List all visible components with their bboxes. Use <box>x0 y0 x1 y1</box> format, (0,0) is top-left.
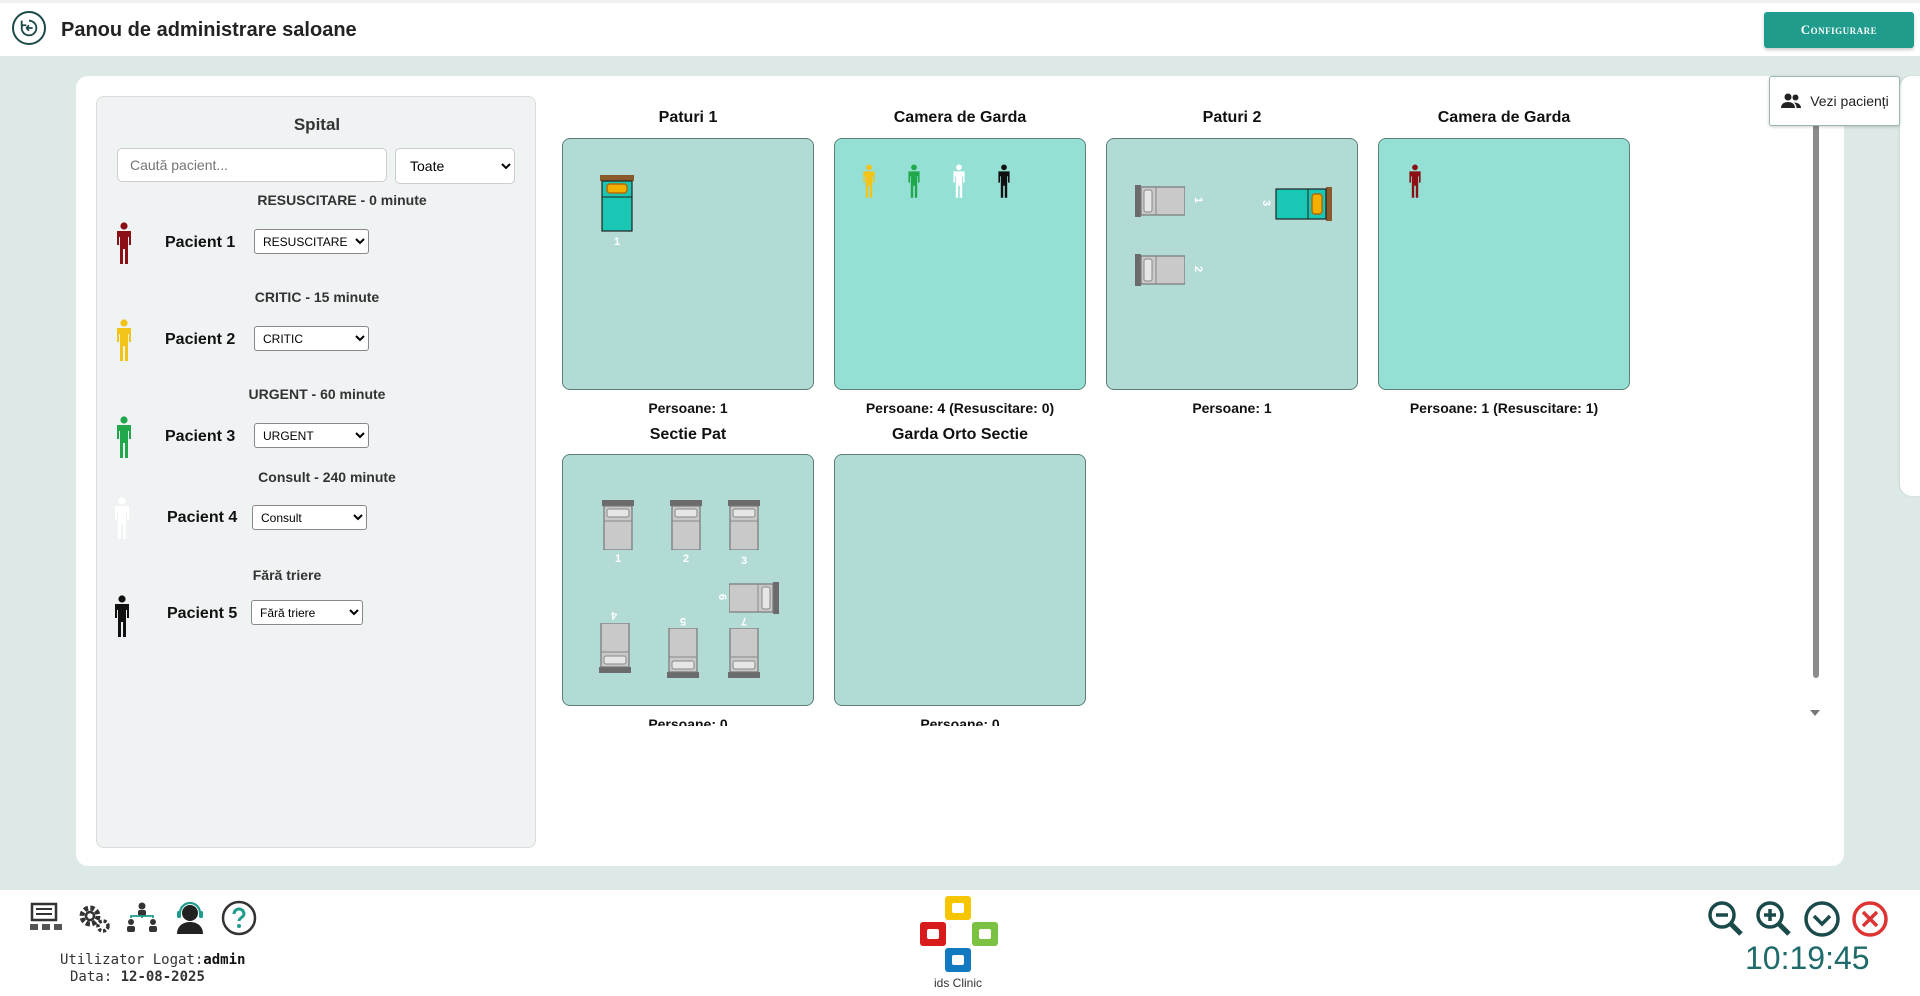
person-white-icon <box>115 497 129 539</box>
person-green-icon <box>117 416 131 458</box>
patient-name-2: Pacient 2 <box>165 331 236 348</box>
bed-number: 2 <box>683 553 690 565</box>
logo-text: ids Clinic <box>934 976 982 990</box>
triage-select-patient-4[interactable]: Consult <box>252 505 367 530</box>
room-title-camera-de-garda-2: Camera de Garda <box>1437 109 1571 126</box>
bed-empty-icon[interactable] <box>728 500 760 550</box>
room-count-camera-de-garda: Persoane: 4 (Resuscitare: 0) <box>865 400 1055 416</box>
bed-occupied-icon[interactable] <box>1274 187 1332 221</box>
room-paturi-2[interactable]: 1 2 3 <box>1106 138 1358 390</box>
room-title-paturi-2: Paturi 2 <box>1202 109 1262 126</box>
room-title-sectie-pat: Sectie Pat <box>649 426 727 443</box>
bed-empty-icon[interactable] <box>667 628 699 678</box>
room-count-sectie-pat: Persoane: 0 <box>648 716 728 726</box>
room-sectie-pat[interactable]: 1 2 3 4 5 6 7 <box>562 454 814 706</box>
triage-select-patient-1[interactable]: RESUSCITARE <box>254 229 369 254</box>
category-title-critic: CRITIC - 15 minute <box>254 289 380 305</box>
rooms-scrollbar-thumb[interactable] <box>1813 122 1819 678</box>
current-date: Data: 12-08-2025 <box>70 969 205 985</box>
clock: 10:19:45 <box>1745 940 1870 976</box>
configure-button[interactable]: Configurare <box>1764 12 1914 48</box>
support-agent-icon[interactable] <box>172 900 208 936</box>
back-icon[interactable] <box>12 11 46 45</box>
room-count-garda-orto-sectie: Persoane: 0 <box>920 716 1000 726</box>
person-white-icon[interactable] <box>951 163 967 199</box>
bed-empty-icon[interactable] <box>1135 185 1185 217</box>
patient-search-input[interactable] <box>117 148 387 182</box>
room-garda-orto-sectie[interactable] <box>834 454 1086 706</box>
bed-number: 1 <box>615 553 622 565</box>
view-patients-button[interactable]: Vezi pacienți <box>1769 76 1900 126</box>
category-title-resuscitare: RESUSCITARE - 0 minute <box>257 192 427 208</box>
bed-number: 1 <box>614 236 621 248</box>
category-title-consult: Consult - 240 minute <box>258 469 396 485</box>
monitor-list-icon[interactable] <box>28 900 64 936</box>
people-icon <box>1781 93 1802 108</box>
zoom-out-icon[interactable] <box>1707 900 1745 938</box>
patient-name-1: Pacient 1 <box>165 234 236 251</box>
bed-empty-icon[interactable] <box>602 500 634 550</box>
bed-number: 1 <box>1192 196 1205 204</box>
patient-name-4: Pacient 4 <box>167 509 238 526</box>
person-red-icon[interactable] <box>1407 163 1423 199</box>
view-patients-label: Vezi pacienți <box>1810 93 1889 109</box>
room-title-garda-orto-sectie: Garda Orto Sectie <box>891 426 1029 443</box>
triage-select-patient-5[interactable]: Fără triere <box>251 600 363 625</box>
bed-number: 3 <box>1260 199 1273 207</box>
gear-icon[interactable] <box>76 900 112 936</box>
person-yellow-icon[interactable] <box>861 163 877 199</box>
category-title-fara-triere: Fără triere <box>252 567 322 583</box>
person-green-icon[interactable] <box>906 163 922 199</box>
bed-number: 5 <box>680 615 687 627</box>
patient-name-5: Pacient 5 <box>167 605 238 622</box>
bed-number: 6 <box>716 593 729 601</box>
ids-clinic-logo: ids Clinic <box>920 896 998 990</box>
person-yellow-icon <box>117 319 131 361</box>
logged-user: Utilizator Logat:admin <box>60 952 246 968</box>
bed-empty-icon[interactable] <box>728 628 760 678</box>
bed-empty-icon[interactable] <box>729 582 779 614</box>
rooms-grid: Paturi 1 1 Persoane: 1 Camera de Garda P… <box>556 96 1816 726</box>
collapse-icon[interactable] <box>1803 900 1841 938</box>
patients-drawer-edge <box>1900 76 1920 496</box>
page-title: Panou de administrare saloane <box>61 19 357 41</box>
triage-filter-select[interactable]: Toate <box>395 148 515 184</box>
close-icon[interactable] <box>1851 900 1889 938</box>
bed-empty-icon[interactable] <box>1135 254 1185 286</box>
room-title-paturi-1: Paturi 1 <box>658 109 718 126</box>
top-bar: Panou de administrare saloane Configurar… <box>0 0 1920 56</box>
room-count-camera-de-garda-2: Persoane: 1 (Resuscitare: 1) <box>1409 400 1599 416</box>
zoom-in-icon[interactable] <box>1755 900 1793 938</box>
hospital-panel: Spital Toate RESUSCITARE - 0 minute Paci… <box>96 96 536 848</box>
help-icon[interactable] <box>221 900 257 936</box>
room-camera-de-garda-2[interactable] <box>1378 138 1630 390</box>
person-black-icon[interactable] <box>996 163 1012 199</box>
room-paturi-1[interactable]: 1 <box>562 138 814 390</box>
category-title-urgent: URGENT - 60 minute <box>248 386 386 402</box>
room-count-paturi-1: Persoane: 1 <box>648 400 728 416</box>
bed-number: 2 <box>1192 265 1205 273</box>
room-title-camera-de-garda: Camera de Garda <box>893 109 1027 126</box>
room-count-paturi-2: Persoane: 1 <box>1192 400 1272 416</box>
bed-occupied-icon[interactable] <box>600 175 634 233</box>
bed-empty-icon[interactable] <box>670 500 702 550</box>
bed-empty-icon[interactable] <box>599 623 631 673</box>
triage-select-patient-2[interactable]: CRITIC <box>254 326 369 351</box>
patient-name-3: Pacient 3 <box>165 428 236 445</box>
hierarchy-icon[interactable] <box>124 900 160 936</box>
person-red-icon <box>117 222 131 264</box>
bed-number: 3 <box>741 555 748 567</box>
bed-number: 4 <box>611 609 618 621</box>
triage-select-patient-3[interactable]: URGENT <box>254 423 369 448</box>
scroll-down-arrow-icon[interactable] <box>1810 710 1820 716</box>
room-camera-de-garda[interactable] <box>834 138 1086 390</box>
hospital-title: Spital <box>293 115 341 134</box>
bed-number: 7 <box>741 615 748 627</box>
person-black-icon <box>115 595 129 637</box>
